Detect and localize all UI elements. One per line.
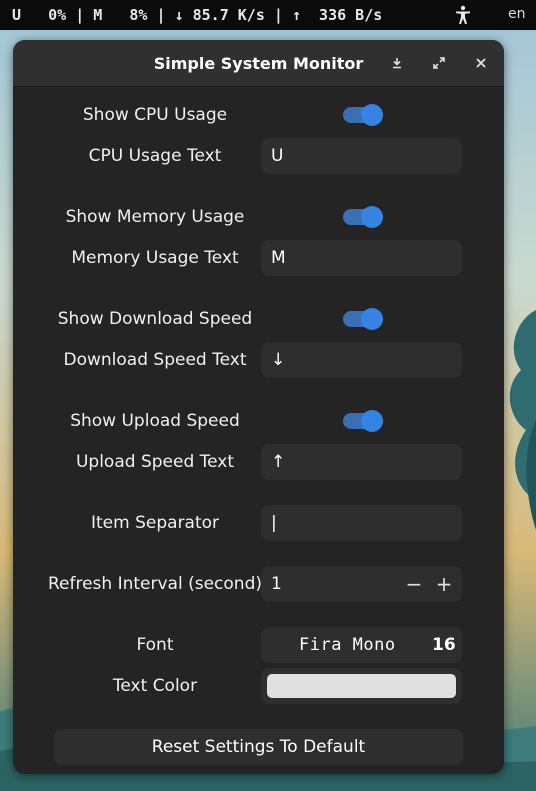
font-chooser-button[interactable]: Fira Mono 16 xyxy=(261,627,462,663)
color-swatch xyxy=(267,674,456,698)
separator-input[interactable]: | xyxy=(261,505,462,541)
refresh-interval-value[interactable]: 1 xyxy=(271,574,282,594)
switch-knob xyxy=(361,410,383,432)
show-memory-label: Show Memory Usage xyxy=(65,207,245,227)
show-download-label: Show Download Speed xyxy=(57,309,253,329)
accessibility-icon[interactable] xyxy=(454,5,472,25)
cpu-text-label: CPU Usage Text xyxy=(88,146,222,166)
font-label: Font xyxy=(136,635,174,655)
download-text-input[interactable]: ↓ xyxy=(261,342,462,378)
minimize-icon[interactable] xyxy=(385,51,409,75)
upload-text-value: ↑ xyxy=(271,452,286,472)
decrement-button[interactable]: − xyxy=(401,570,427,598)
text-color-button[interactable] xyxy=(261,668,462,704)
switch-knob xyxy=(361,308,383,330)
settings-window: Simple System Monitor Show CPU Usage CPU… xyxy=(13,40,504,774)
close-icon[interactable] xyxy=(469,51,493,75)
switch-knob xyxy=(361,104,383,126)
separator-label: Item Separator xyxy=(90,513,220,533)
system-monitor-indicator[interactable]: U 0% | M 8% | ↓ 85.7 K/s | ↑ 336 B/s xyxy=(12,6,382,24)
language-indicator[interactable]: en xyxy=(508,6,526,22)
memory-text-value: M xyxy=(271,248,286,268)
separator-value: | xyxy=(271,513,277,533)
show-download-switch[interactable] xyxy=(343,308,383,330)
show-cpu-switch[interactable] xyxy=(343,104,383,126)
reset-settings-button[interactable]: Reset Settings To Default xyxy=(54,729,463,765)
font-name: Fira Mono xyxy=(299,635,396,655)
cpu-text-value: U xyxy=(271,146,284,166)
increment-button[interactable]: + xyxy=(431,570,457,598)
refresh-interval-label: Refresh Interval (second) xyxy=(47,574,262,594)
show-cpu-label: Show CPU Usage xyxy=(82,105,228,125)
memory-text-label: Memory Usage Text xyxy=(71,248,239,268)
cpu-text-input[interactable]: U xyxy=(261,138,462,174)
download-text-value: ↓ xyxy=(271,350,286,370)
show-upload-label: Show Upload Speed xyxy=(70,411,240,431)
switch-knob xyxy=(361,206,383,228)
refresh-interval-spinbutton[interactable]: 1 − + xyxy=(261,566,462,602)
upload-text-label: Upload Speed Text xyxy=(75,452,235,472)
maximize-icon[interactable] xyxy=(427,51,451,75)
upload-text-input[interactable]: ↑ xyxy=(261,444,462,480)
show-upload-switch[interactable] xyxy=(343,410,383,432)
show-memory-switch[interactable] xyxy=(343,206,383,228)
title-bar[interactable]: Simple System Monitor xyxy=(13,40,504,87)
font-size: 16 xyxy=(432,635,456,655)
text-color-label: Text Color xyxy=(112,676,198,696)
top-panel: U 0% | M 8% | ↓ 85.7 K/s | ↑ 336 B/s en xyxy=(0,0,536,30)
download-text-label: Download Speed Text xyxy=(63,350,247,370)
memory-text-input[interactable]: M xyxy=(261,240,462,276)
